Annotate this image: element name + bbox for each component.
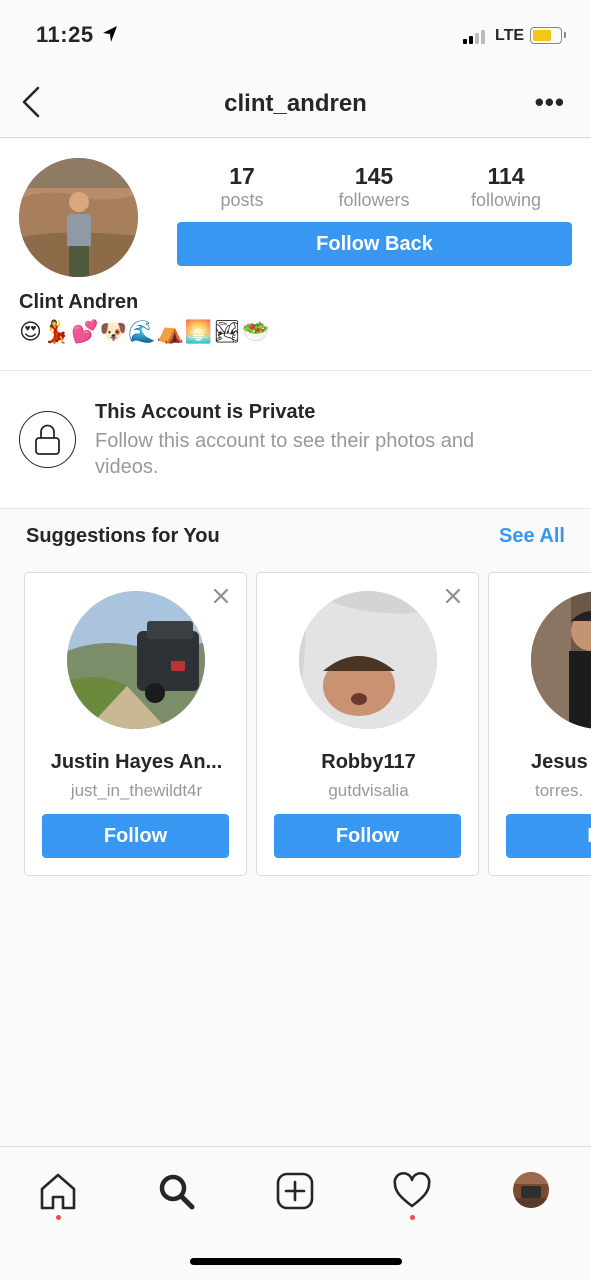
see-all-link[interactable]: See All	[499, 525, 565, 548]
profile-full-name: Clint Andren	[19, 291, 139, 313]
dismiss-icon[interactable]	[212, 587, 230, 605]
location-arrow-icon	[103, 26, 117, 42]
more-options-icon[interactable]: •••	[535, 89, 565, 115]
suggestion-username: gutdvisalia	[328, 781, 409, 800]
suggestions-carousel[interactable]: Justin Hayes An... just_in_thewildt4r Fo…	[24, 572, 591, 877]
suggestion-avatar[interactable]	[67, 591, 205, 729]
activity-notification-dot	[410, 1215, 415, 1220]
suggestion-name[interactable]: Justin Hayes An...	[25, 751, 248, 774]
suggestion-avatar[interactable]	[299, 591, 437, 729]
posts-count: 17	[229, 163, 255, 189]
private-account-notice: This Account is Private Follow this acco…	[0, 371, 591, 509]
profile-bio: 😍💃💕🐶🌊⛺🌅🏞🥗	[19, 319, 271, 344]
follow-back-button[interactable]: Follow Back	[177, 222, 572, 266]
new-post-icon[interactable]	[275, 1171, 315, 1211]
suggestion-card[interactable]: Jesus torres. Fo	[488, 572, 591, 876]
signal-icon	[463, 30, 485, 44]
posts-stat: 17 posts	[182, 163, 302, 211]
private-title: This Account is Private	[95, 401, 316, 423]
private-description: Follow this account to see their photos …	[95, 430, 475, 478]
suggestion-username: torres.	[535, 781, 584, 800]
following-label: following	[470, 190, 542, 210]
lock-icon	[19, 411, 76, 468]
page-title: clint_andren	[224, 90, 367, 117]
suggestions-heading: Suggestions for You	[26, 525, 220, 547]
home-icon[interactable]	[38, 1171, 78, 1211]
follow-button[interactable]: Follow	[274, 814, 461, 858]
profile-avatar[interactable]	[19, 158, 138, 277]
dismiss-icon[interactable]	[444, 587, 462, 605]
suggestion-username: just_in_thewildt4r	[70, 781, 203, 800]
search-icon[interactable]	[156, 1171, 196, 1211]
status-time: 11:25	[36, 22, 94, 47]
followers-label: followers	[338, 190, 410, 210]
heart-icon[interactable]	[392, 1171, 432, 1211]
suggestion-card[interactable]: Robby117 gutdvisalia Follow	[256, 572, 479, 876]
followers-count: 145	[354, 163, 394, 189]
home-indicator	[190, 1258, 402, 1265]
battery-icon	[530, 27, 566, 44]
following-stat[interactable]: 114 following	[446, 163, 566, 211]
follow-button[interactable]: Follow	[42, 814, 229, 858]
follow-button[interactable]: Fo	[506, 814, 591, 858]
profile-tab-avatar[interactable]	[513, 1172, 549, 1208]
network-type: LTE	[495, 27, 525, 44]
status-bar: 11:25 LTE	[0, 0, 591, 70]
suggestion-card[interactable]: Justin Hayes An... just_in_thewildt4r Fo…	[24, 572, 247, 876]
suggestion-avatar[interactable]	[531, 591, 591, 729]
followers-stat[interactable]: 145 followers	[314, 163, 434, 211]
profile-section: 17 posts 145 followers 114 following Fol…	[0, 139, 591, 371]
posts-label: posts	[220, 190, 264, 210]
following-count: 114	[487, 163, 525, 189]
suggestion-name[interactable]: Jesus	[489, 751, 591, 774]
suggestion-name[interactable]: Robby117	[257, 751, 480, 774]
profile-header: clint_andren •••	[0, 70, 591, 138]
home-activity-dot	[56, 1215, 61, 1220]
